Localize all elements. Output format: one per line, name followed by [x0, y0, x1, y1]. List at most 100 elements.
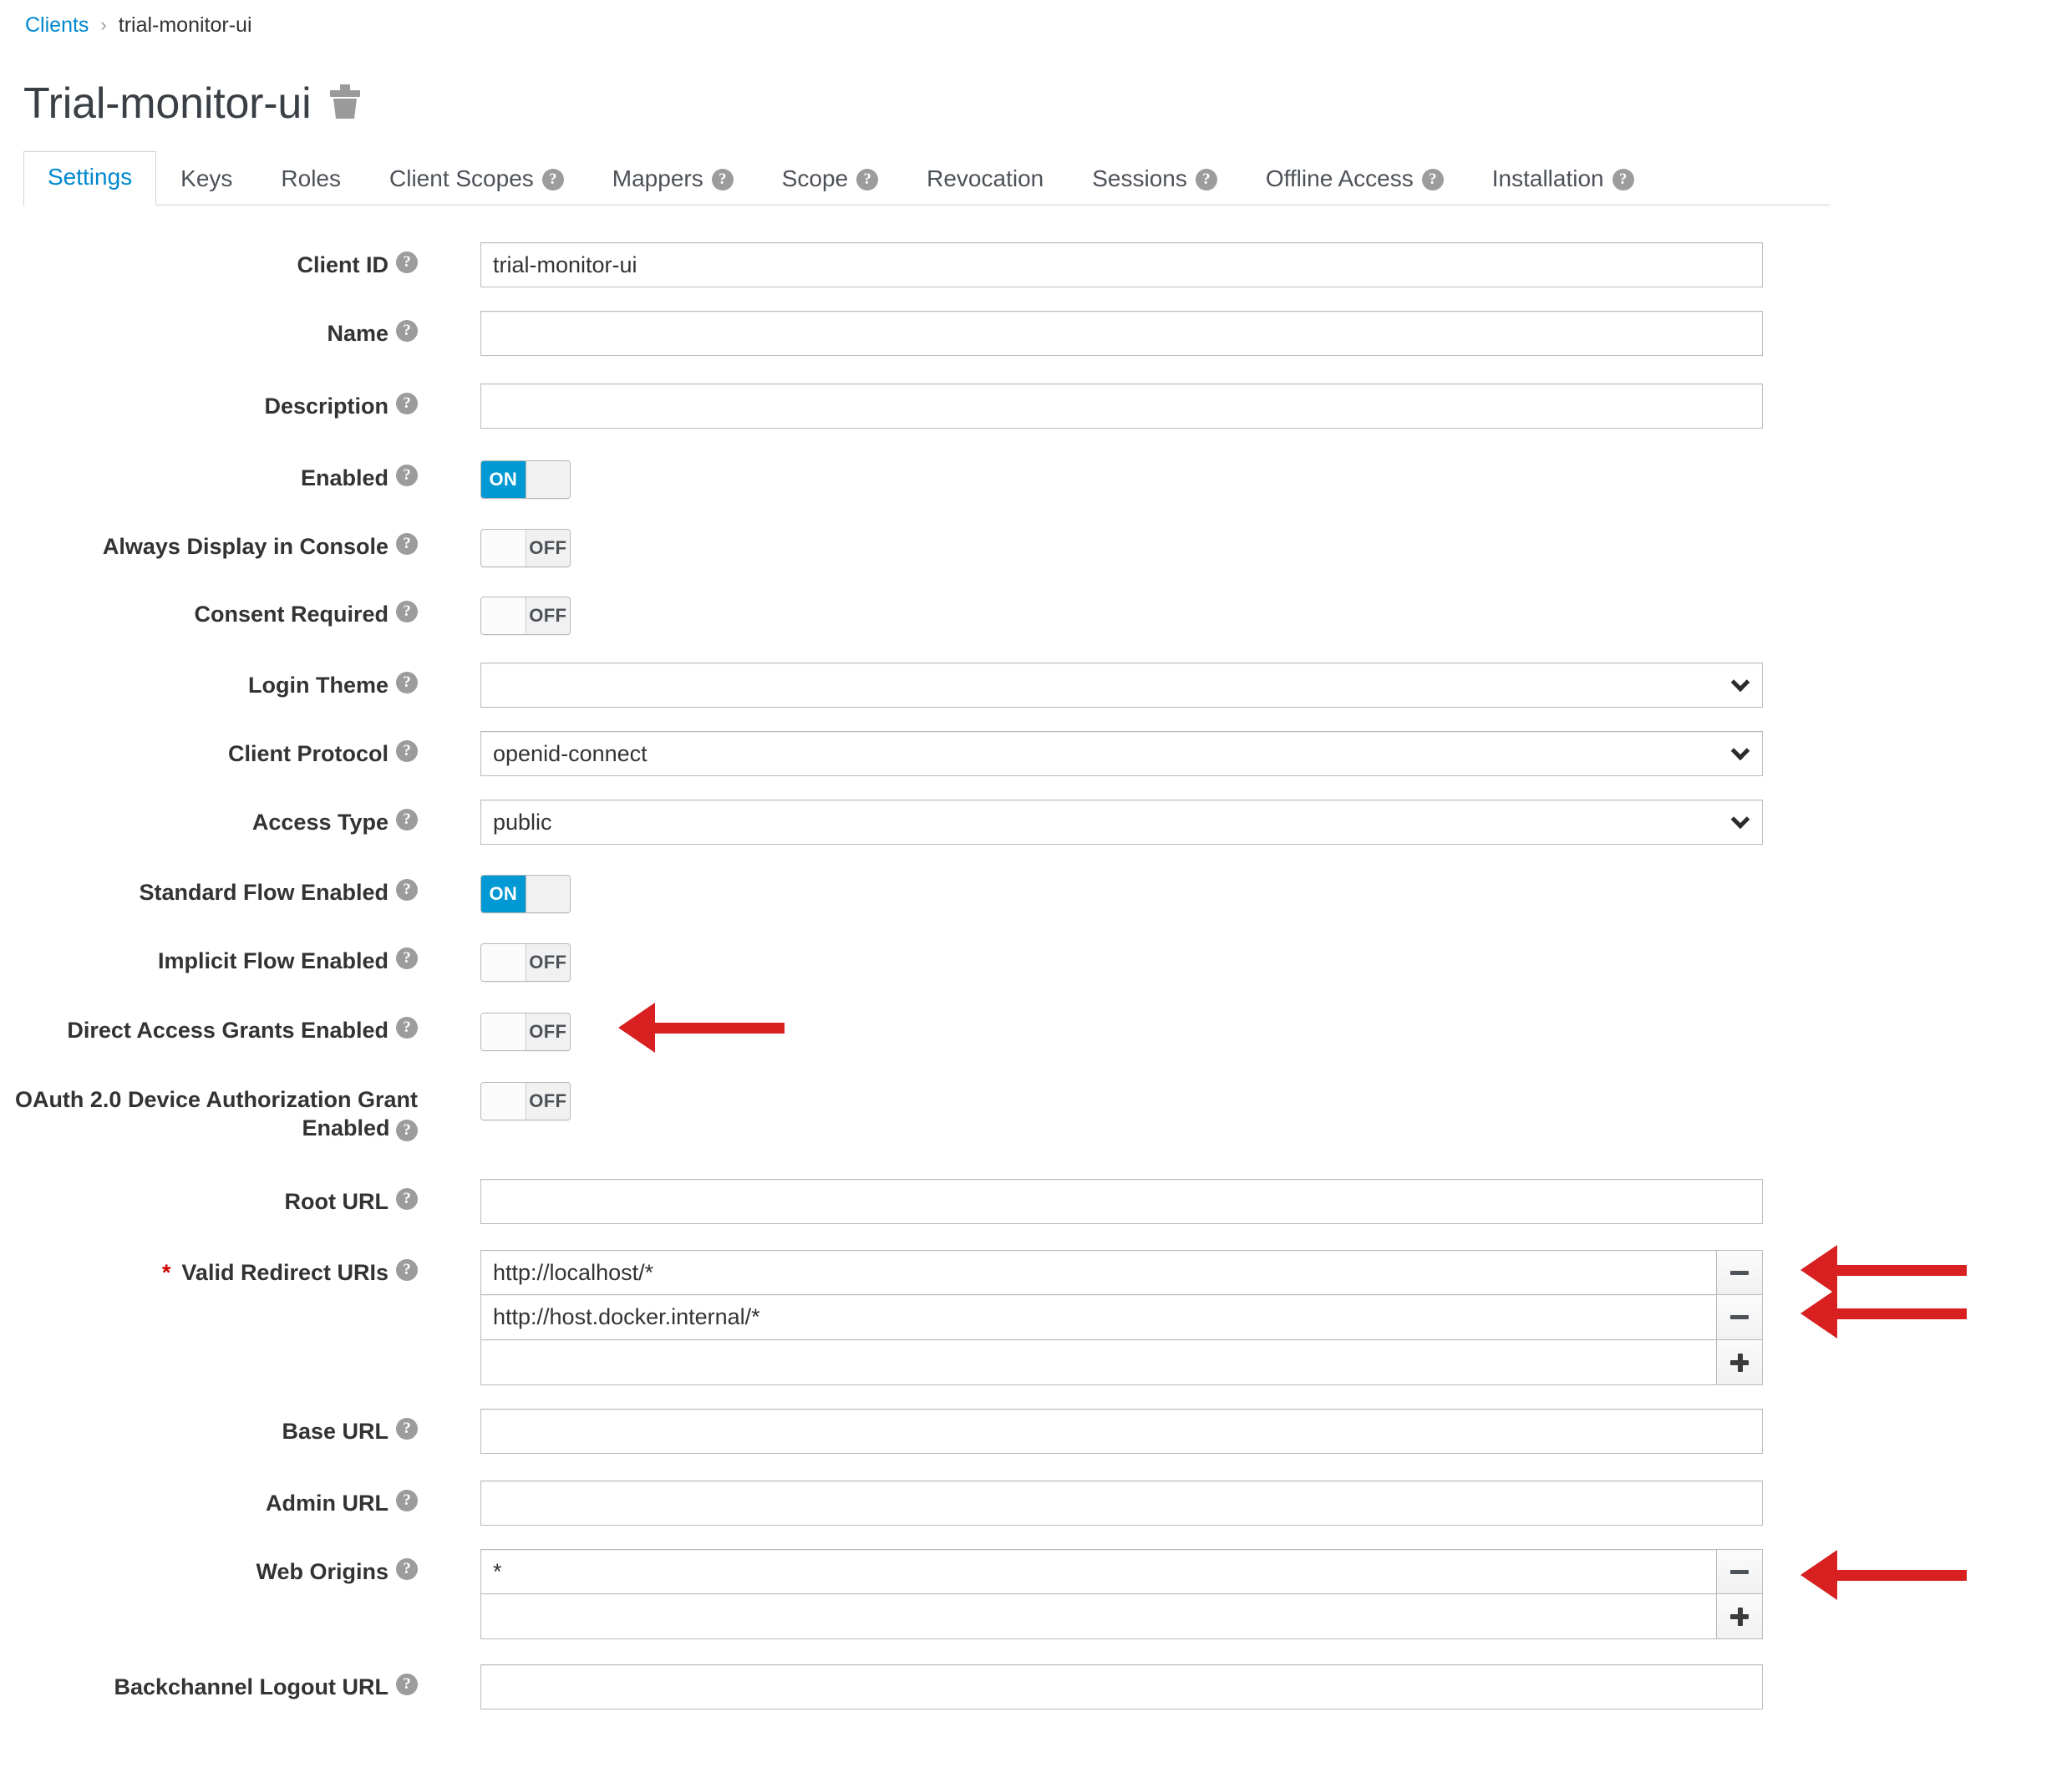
- tab-installation[interactable]: Installation ?: [1468, 153, 1658, 206]
- help-icon[interactable]: ?: [856, 169, 879, 190]
- help-icon[interactable]: ?: [396, 879, 418, 901]
- client-protocol-select[interactable]: openid-connect: [480, 731, 1763, 776]
- help-icon[interactable]: ?: [396, 740, 418, 762]
- label-name: Name ?: [0, 311, 418, 384]
- tab-revocation[interactable]: Revocation: [902, 153, 1068, 206]
- tab-settings[interactable]: Settings: [23, 151, 157, 206]
- plus-button[interactable]: [1716, 1594, 1763, 1639]
- valid-redirect-uri-row: [480, 1250, 1763, 1295]
- tab-bar: Settings Keys Roles Client Scopes ? Mapp…: [23, 151, 1830, 206]
- tab-mappers[interactable]: Mappers ?: [588, 153, 758, 206]
- admin-url-input[interactable]: [480, 1481, 1763, 1526]
- form-row-root-url: Root URL ?: [0, 1179, 2072, 1250]
- tab-label: Client Scopes: [389, 165, 534, 191]
- chevron-down-icon: [1730, 810, 1750, 830]
- valid-redirect-uri-row: [480, 1340, 1763, 1385]
- help-icon[interactable]: ?: [396, 1259, 418, 1281]
- oauth-device-authorization-grant-enabled-toggle[interactable]: OFF: [480, 1082, 571, 1120]
- help-icon[interactable]: ?: [396, 809, 418, 831]
- label-direct-access-grants-enabled: Direct Access Grants Enabled ?: [0, 1008, 418, 1077]
- valid-redirect-uri-input[interactable]: [480, 1250, 1716, 1295]
- help-icon[interactable]: ?: [1195, 169, 1217, 190]
- page-header: Trial-monitor-ui: [23, 79, 361, 128]
- tab-label: Installation: [1491, 165, 1604, 191]
- help-icon[interactable]: ?: [541, 169, 564, 190]
- toggle-knob: [481, 597, 526, 634]
- help-icon[interactable]: ?: [396, 393, 418, 414]
- chevron-down-icon: [1730, 741, 1750, 761]
- label-base-url: Base URL ?: [0, 1409, 418, 1481]
- direct-access-grants-enabled-toggle[interactable]: OFF: [480, 1013, 571, 1051]
- minus-button[interactable]: [1716, 1549, 1763, 1594]
- help-icon[interactable]: ?: [396, 672, 418, 693]
- trash-icon[interactable]: [329, 84, 361, 124]
- valid-redirect-uri-input[interactable]: [480, 1340, 1716, 1385]
- help-icon[interactable]: ?: [396, 1674, 418, 1695]
- tab-label: Keys: [180, 165, 233, 191]
- help-icon[interactable]: ?: [1421, 169, 1444, 190]
- form-row-direct-access-grants-enabled: Direct Access Grants Enabled ? OFF: [0, 1008, 2072, 1077]
- form-row-web-origins: Web Origins ?: [0, 1549, 2072, 1664]
- help-icon[interactable]: ?: [396, 533, 418, 555]
- enabled-toggle[interactable]: ON: [480, 460, 571, 499]
- form-row-consent-required: Consent Required ? OFF: [0, 592, 2072, 663]
- form-row-client-id: Client ID ?: [0, 242, 2072, 311]
- help-icon[interactable]: ?: [396, 1119, 418, 1141]
- tab-offline-access[interactable]: Offline Access ?: [1242, 153, 1468, 206]
- help-icon[interactable]: ?: [396, 251, 418, 273]
- web-origin-input[interactable]: [480, 1594, 1716, 1639]
- toggle-off-label: OFF: [526, 597, 570, 634]
- description-input[interactable]: [480, 384, 1763, 429]
- root-url-input[interactable]: [480, 1179, 1763, 1224]
- plus-icon: [1730, 1607, 1749, 1626]
- always-display-in-console-toggle[interactable]: OFF: [480, 529, 571, 567]
- login-theme-select[interactable]: [480, 663, 1763, 708]
- tab-label: Settings: [48, 164, 133, 190]
- valid-redirect-uri-input[interactable]: [480, 1295, 1716, 1340]
- help-icon[interactable]: ?: [396, 465, 418, 486]
- minus-button[interactable]: [1716, 1295, 1763, 1340]
- minus-icon: [1730, 1270, 1749, 1275]
- access-type-select[interactable]: public: [480, 800, 1763, 845]
- web-origin-input[interactable]: [480, 1549, 1716, 1594]
- help-icon[interactable]: ?: [396, 1017, 418, 1039]
- minus-icon: [1730, 1315, 1749, 1319]
- help-icon[interactable]: ?: [711, 169, 734, 190]
- name-input[interactable]: [480, 311, 1763, 356]
- tab-client-scopes[interactable]: Client Scopes ?: [365, 153, 588, 206]
- help-icon[interactable]: ?: [396, 320, 418, 342]
- breadcrumb-link-clients[interactable]: Clients: [25, 12, 89, 38]
- help-icon[interactable]: ?: [396, 1418, 418, 1440]
- toggle-knob: [525, 461, 570, 498]
- plus-button[interactable]: [1716, 1340, 1763, 1385]
- tab-sessions[interactable]: Sessions ?: [1068, 153, 1242, 206]
- client-id-input[interactable]: [480, 242, 1763, 287]
- tab-scope[interactable]: Scope ?: [758, 153, 902, 206]
- valid-redirect-uris-group: [480, 1250, 1763, 1385]
- client-protocol-value: openid-connect: [493, 741, 648, 766]
- help-icon[interactable]: ?: [1612, 169, 1634, 190]
- form-row-standard-flow-enabled: Standard Flow Enabled ? ON: [0, 870, 2072, 938]
- base-url-input[interactable]: [480, 1409, 1763, 1454]
- minus-button[interactable]: [1716, 1250, 1763, 1295]
- help-icon[interactable]: ?: [396, 1490, 418, 1511]
- backchannel-logout-url-input[interactable]: [480, 1664, 1763, 1709]
- form-row-description: Description ?: [0, 384, 2072, 455]
- consent-required-toggle[interactable]: OFF: [480, 597, 571, 635]
- standard-flow-enabled-toggle[interactable]: ON: [480, 875, 571, 913]
- tab-keys[interactable]: Keys: [156, 153, 256, 206]
- toggle-off-label: OFF: [526, 530, 570, 566]
- chevron-down-icon: [1730, 673, 1750, 693]
- tab-label: Revocation: [927, 165, 1044, 191]
- form-row-backchannel-logout-url: Backchannel Logout URL ?: [0, 1664, 2072, 1736]
- help-icon[interactable]: ?: [396, 1188, 418, 1210]
- help-icon[interactable]: ?: [396, 1558, 418, 1580]
- label-always-display-in-console: Always Display in Console ?: [0, 524, 418, 592]
- implicit-flow-enabled-toggle[interactable]: OFF: [480, 943, 571, 982]
- help-icon[interactable]: ?: [396, 601, 418, 622]
- label-description: Description ?: [0, 384, 418, 455]
- tab-roles[interactable]: Roles: [256, 153, 365, 206]
- web-origin-row: [480, 1549, 1763, 1594]
- tab-label: Offline Access: [1265, 165, 1414, 191]
- help-icon[interactable]: ?: [396, 947, 418, 969]
